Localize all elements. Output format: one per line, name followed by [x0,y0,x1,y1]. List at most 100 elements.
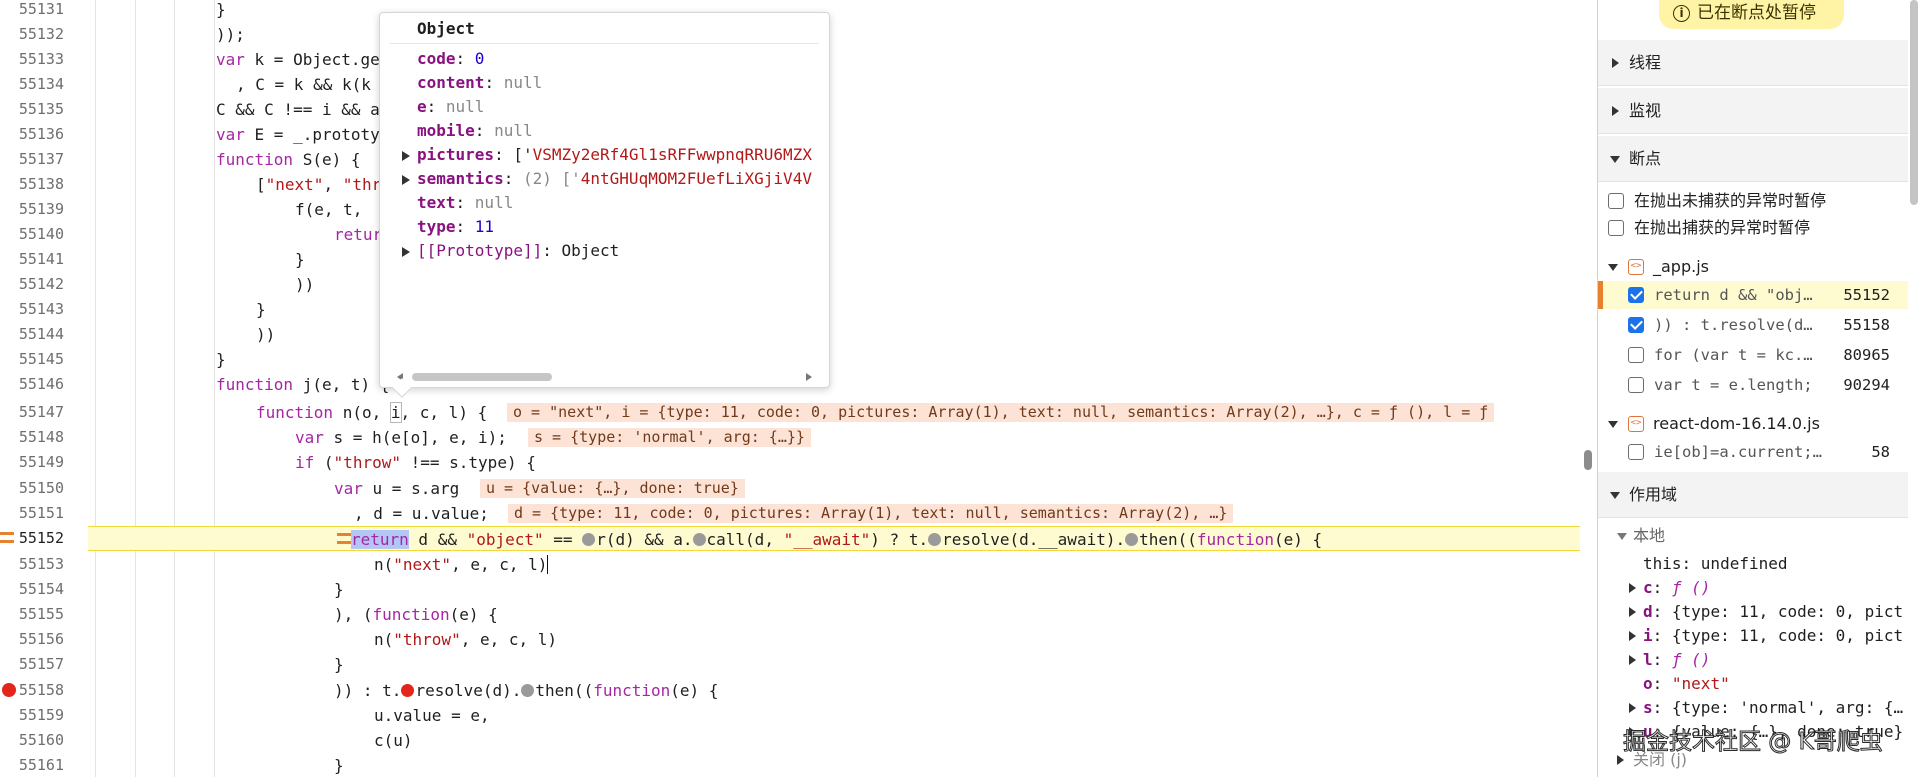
code-line[interactable]: 55154} [0,577,1596,602]
checkbox[interactable] [1608,193,1624,209]
expand-arrow-icon[interactable] [1629,631,1636,641]
expand-arrow-icon[interactable] [1629,655,1636,665]
line-number[interactable]: 55154 [0,577,64,602]
checkbox[interactable] [1608,220,1624,236]
line-number[interactable]: 55141 [0,247,64,272]
popover-property-expandable[interactable]: pictures: ['VSMZy2eRf4Gl1sRFFwwpnqRRU6MZ… [402,143,812,167]
breakpoint-item[interactable]: return d && "obj… 55152 [1598,281,1908,309]
scope-variable[interactable]: i: {type: 11, code: 0, pict [1629,624,1903,648]
scope-local-header[interactable]: 本地 [1617,524,1665,548]
variable-hover-popover[interactable]: Object code: 0 content: null e: null mob… [379,12,830,398]
line-number[interactable]: 55161 [0,753,64,777]
pause-caught-option[interactable]: 在抛出捕获的异常时暂停 [1598,214,1908,242]
code-line[interactable]: 55149 if ("throw" !== s.type) { [0,450,1596,475]
code-line[interactable]: 55148 var s = h(e[o], e, i); s = {type: 'n… [0,425,1596,450]
code-line[interactable]: 55153 n("next", e, c, l) [0,552,1596,577]
line-number[interactable]: 55159 [0,703,64,728]
inline-breakpoint-icon[interactable] [582,533,596,546]
code-line[interactable]: 55159 u.value = e, [0,703,1596,728]
line-number[interactable]: 55144 [0,322,64,347]
inline-breakpoint-icon[interactable] [1125,533,1139,546]
line-number[interactable]: 55147 [0,400,64,425]
paused-line[interactable]: return d && "object" == r(d) && a. call(d… [88,526,1580,551]
checkbox[interactable] [1628,317,1644,333]
breakpoint-item[interactable]: ie[ob]=a.current;a… 58 [1598,438,1908,466]
line-number[interactable]: 55134 [0,72,64,97]
section-watch[interactable]: 监视 [1598,88,1908,134]
scrollbar-thumb[interactable] [412,373,552,381]
line-number[interactable]: 55142 [0,272,64,297]
scope-variable[interactable]: this: undefined [1643,552,1788,576]
scope-variable[interactable]: l: ƒ () [1629,648,1710,672]
line-number[interactable]: 55137 [0,147,64,172]
section-threads[interactable]: 线程 [1598,40,1908,86]
scope-variable[interactable]: c: ƒ () [1629,576,1710,600]
breakpoint-item[interactable]: for (var t = kc.… 80965 [1598,341,1908,369]
checkbox[interactable] [1628,347,1644,363]
editor-scrollbar[interactable] [1584,450,1592,470]
expand-arrow-icon[interactable] [402,151,410,161]
line-number[interactable]: 55132 [0,22,64,47]
expand-arrow-icon[interactable] [402,175,410,185]
breakpoint-item[interactable]: var t = e.length; 90294 [1598,371,1908,399]
checkbox[interactable] [1628,377,1644,393]
checkbox[interactable] [1628,287,1644,303]
scope-variable[interactable]: d: {type: 11, code: 0, pict [1629,600,1903,624]
inline-breakpoint-icon[interactable] [521,684,535,697]
line-number[interactable]: 55148 [0,425,64,450]
line-number[interactable]: 55145 [0,347,64,372]
breakpoint-file-react[interactable]: <> react-dom-16.14.0.js [1598,410,1908,438]
section-scope[interactable]: 作用域 [1598,472,1908,518]
expand-arrow-icon[interactable] [1629,703,1636,713]
line-number[interactable]: 55136 [0,122,64,147]
line-number[interactable]: 55153 [0,552,64,577]
debugger-sidebar[interactable]: i 已在断点处暂停 线程 监视 断点 在抛出未捕获的异常时暂停 在抛出捕获的异常时… [1597,0,1920,777]
line-number[interactable]: 55157 [0,652,64,677]
expand-arrow-icon[interactable] [1629,583,1636,593]
sidebar-scrollbar[interactable] [1910,0,1918,205]
hovered-variable[interactable]: i [389,402,402,423]
code-line[interactable]: 55156 n("throw", e, c, l) [0,627,1596,652]
popover-property-expandable[interactable]: semantics: (2) ['4ntGHUqMOM2FUefLiXGjiV4… [402,167,812,191]
breakpoint-item[interactable]: )) : t.resolve(d… 55158 [1598,311,1908,339]
line-number[interactable]: 55150 [0,476,64,501]
scope-variable[interactable]: o: "next" [1643,672,1730,696]
code-line[interactable]: 55160 c(u) [0,728,1596,753]
section-breakpoints[interactable]: 断点 [1598,136,1908,182]
line-number[interactable]: 55138 [0,172,64,197]
pause-uncaught-option[interactable]: 在抛出未捕获的异常时暂停 [1598,187,1908,215]
line-number[interactable]: 55152 [0,526,64,551]
checkbox[interactable] [1628,444,1644,460]
code-line[interactable]: 55150 var u = s.arg u = {value: {…}, done:… [0,476,1596,501]
popover-prototype[interactable]: [[Prototype]]: Object [402,239,619,263]
line-number[interactable]: 55156 [0,627,64,652]
code-line[interactable]: 55151 , d = u.value; d = {type: 11, code: … [0,501,1596,526]
inline-breakpoint-active-icon[interactable] [401,684,415,697]
code-line[interactable]: 55158)) : t. resolve(d). then((function(e)… [0,678,1596,703]
line-number[interactable]: 55133 [0,47,64,72]
expand-arrow-icon[interactable] [1617,755,1624,765]
expand-arrow-icon[interactable] [402,247,410,257]
line-number[interactable]: 55131 [0,0,64,22]
line-number[interactable]: 55151 [0,501,64,526]
inline-breakpoint-icon[interactable] [692,533,706,546]
expand-arrow-icon[interactable] [1629,607,1636,617]
scope-variable[interactable]: s: {type: 'normal', arg: {… [1629,696,1903,720]
line-number[interactable]: 55143 [0,297,64,322]
line-number[interactable]: 55149 [0,450,64,475]
code-line[interactable]: 55157} [0,652,1596,677]
source-editor[interactable]: 55131} 55132)); 55133 var k = Object.ge 5… [0,0,1596,777]
code-line[interactable]: 55161} [0,753,1596,777]
line-number[interactable]: 55158 [0,678,64,703]
scroll-right-icon[interactable] [806,373,812,381]
popover-horizontal-scrollbar[interactable] [397,370,812,384]
inline-breakpoint-icon[interactable] [928,533,942,546]
line-number[interactable]: 55135 [0,97,64,122]
line-number[interactable]: 55140 [0,222,64,247]
line-number[interactable]: 55146 [0,372,64,397]
breakpoint-file-app[interactable]: <> _app.js [1598,253,1908,281]
code-line[interactable]: 55152 [0,526,86,551]
line-number[interactable]: 55160 [0,728,64,753]
line-number[interactable]: 55155 [0,602,64,627]
code-line[interactable]: 55147 function n(o, i, c, l) {o = "next",… [0,400,1596,425]
